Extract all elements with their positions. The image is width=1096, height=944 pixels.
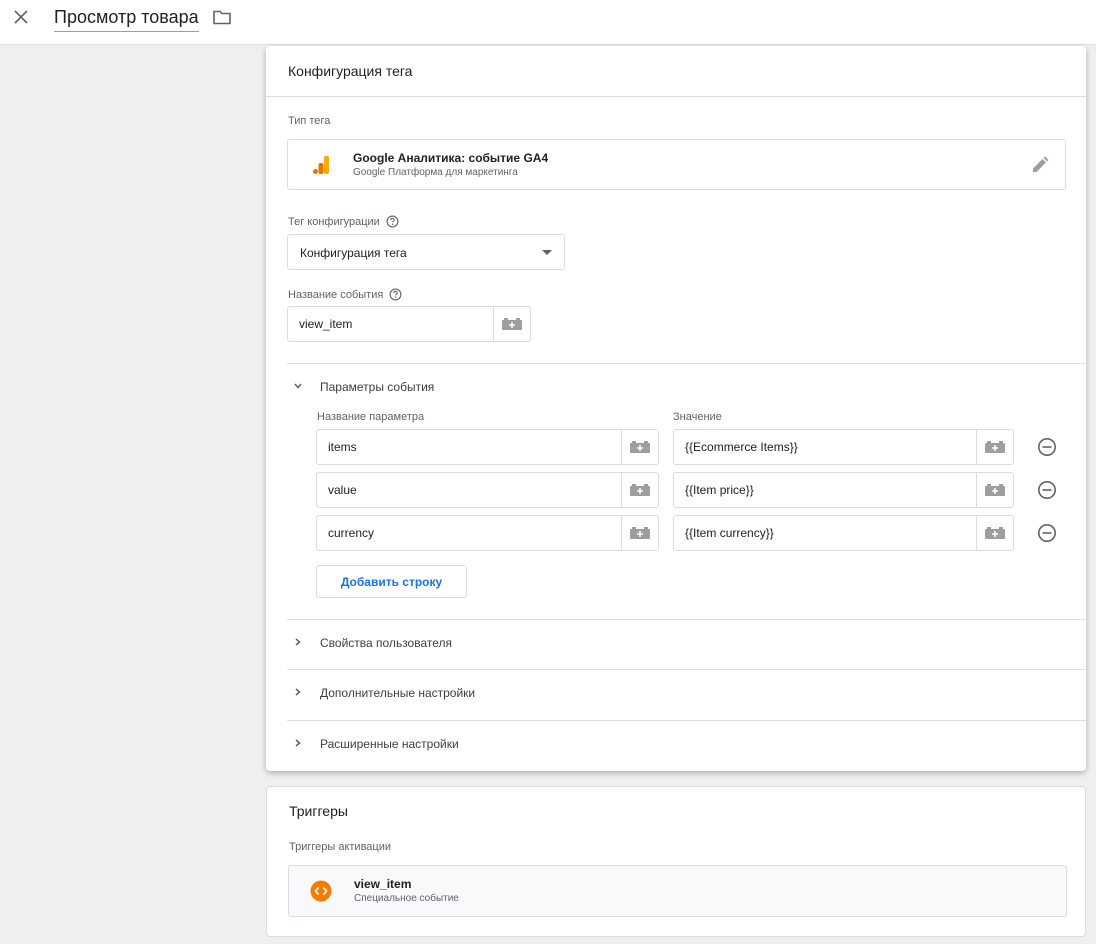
custom-event-icon bbox=[310, 880, 332, 902]
tag-name-title[interactable]: Просмотр товара bbox=[54, 6, 199, 32]
config-tag-select[interactable]: Конфигурация тега bbox=[287, 234, 565, 270]
param-name-group bbox=[316, 429, 659, 465]
user-properties-section-label: Свойства пользователя bbox=[320, 636, 453, 650]
variable-picker-button[interactable] bbox=[976, 473, 1013, 507]
tag-type-label: Тип тега bbox=[288, 115, 330, 127]
param-value-header: Значение bbox=[673, 411, 722, 423]
help-icon[interactable] bbox=[389, 288, 402, 301]
event-name-label: Название события bbox=[288, 288, 402, 301]
variable-brick-icon bbox=[985, 484, 1005, 496]
param-name-input[interactable] bbox=[317, 473, 621, 507]
divider bbox=[287, 669, 1086, 670]
param-name-input[interactable] bbox=[317, 430, 621, 464]
config-tag-select-value: Конфигурация тега bbox=[300, 246, 407, 260]
advanced-settings-section-label: Расширенные настройки bbox=[320, 737, 459, 751]
param-name-header: Название параметра bbox=[317, 411, 424, 423]
config-tag-label: Тег конфигурации bbox=[288, 215, 399, 228]
card-title: Конфигурация тега bbox=[288, 63, 413, 79]
google-analytics-icon bbox=[313, 156, 329, 174]
param-name-group bbox=[316, 515, 659, 551]
param-name-input[interactable] bbox=[317, 516, 621, 550]
pencil-icon[interactable] bbox=[1031, 156, 1049, 174]
divider bbox=[287, 720, 1086, 721]
event-params-section-label: Параметры события bbox=[320, 380, 435, 394]
add-row-button[interactable]: Добавить строку bbox=[316, 565, 467, 598]
variable-picker-button[interactable] bbox=[621, 430, 658, 464]
variable-brick-icon bbox=[630, 441, 650, 453]
tag-type-selector[interactable]: Google Аналитика: событие GA4 Google Пла… bbox=[287, 139, 1066, 190]
config-tag-label-text: Тег конфигурации bbox=[288, 215, 380, 228]
additional-settings-section-toggle[interactable]: Дополнительные настройки bbox=[287, 673, 1086, 713]
remove-row-icon[interactable] bbox=[1037, 523, 1057, 543]
tag-type-name: Google Аналитика: событие GA4 bbox=[353, 151, 549, 165]
firing-triggers-label-text: Триггеры активации bbox=[289, 841, 392, 853]
variable-brick-icon bbox=[985, 441, 1005, 453]
variable-picker-button[interactable] bbox=[621, 473, 658, 507]
event-params-section-toggle[interactable]: Параметры события bbox=[287, 367, 1086, 407]
divider bbox=[287, 619, 1086, 620]
variable-brick-icon bbox=[502, 318, 522, 330]
variable-picker-button[interactable] bbox=[976, 430, 1013, 464]
remove-row-icon[interactable] bbox=[1037, 437, 1057, 457]
param-name-header-text: Название параметра bbox=[317, 411, 425, 423]
card-header: Конфигурация тега bbox=[266, 46, 1086, 97]
param-value-header-text: Значение bbox=[673, 411, 722, 423]
param-value-input[interactable] bbox=[674, 516, 976, 550]
triggers-card-title: Триггеры bbox=[289, 803, 348, 819]
remove-row-icon[interactable] bbox=[1037, 480, 1057, 500]
param-value-group bbox=[673, 429, 1014, 465]
param-value-group bbox=[673, 515, 1014, 551]
trigger-type: Специальное событие bbox=[354, 893, 459, 904]
divider bbox=[287, 363, 1086, 364]
tag-type-label-text: Тип тега bbox=[288, 115, 331, 127]
tag-configuration-card: Конфигурация тега Тип тега Google Аналит… bbox=[266, 46, 1086, 771]
event-name-label-text: Название события bbox=[288, 288, 384, 301]
variable-brick-icon bbox=[630, 527, 650, 539]
triggers-card: Триггеры Триггеры активации view_item Сп… bbox=[266, 786, 1086, 937]
param-value-input[interactable] bbox=[674, 430, 976, 464]
chevron-down-icon bbox=[542, 250, 552, 255]
variable-picker-button[interactable] bbox=[621, 516, 658, 550]
trigger-item[interactable]: view_item Специальное событие bbox=[288, 865, 1067, 917]
tag-type-subtitle: Google Платформа для маркетинга bbox=[353, 167, 518, 178]
param-name-group bbox=[316, 472, 659, 508]
chevron-right-icon bbox=[295, 638, 301, 646]
chevron-right-icon bbox=[295, 739, 301, 747]
variable-brick-icon bbox=[630, 484, 650, 496]
help-icon[interactable] bbox=[386, 215, 399, 228]
chevron-down-icon bbox=[294, 383, 302, 389]
firing-triggers-label: Триггеры активации bbox=[289, 841, 391, 853]
chevron-right-icon bbox=[295, 688, 301, 696]
param-value-input[interactable] bbox=[674, 473, 976, 507]
event-name-input[interactable] bbox=[288, 307, 493, 341]
advanced-settings-section-toggle[interactable]: Расширенные настройки bbox=[287, 724, 1086, 764]
folder-icon[interactable] bbox=[212, 8, 232, 26]
variable-picker-button[interactable] bbox=[976, 516, 1013, 550]
variable-brick-icon bbox=[985, 527, 1005, 539]
param-value-group bbox=[673, 472, 1014, 508]
top-bar: Просмотр товара bbox=[0, 0, 1096, 45]
user-properties-section-toggle[interactable]: Свойства пользователя bbox=[287, 623, 1086, 663]
variable-picker-button[interactable] bbox=[493, 307, 530, 341]
event-name-group bbox=[287, 306, 531, 342]
additional-settings-section-label: Дополнительные настройки bbox=[320, 686, 476, 700]
trigger-name: view_item bbox=[354, 877, 412, 891]
close-icon[interactable] bbox=[11, 7, 31, 27]
